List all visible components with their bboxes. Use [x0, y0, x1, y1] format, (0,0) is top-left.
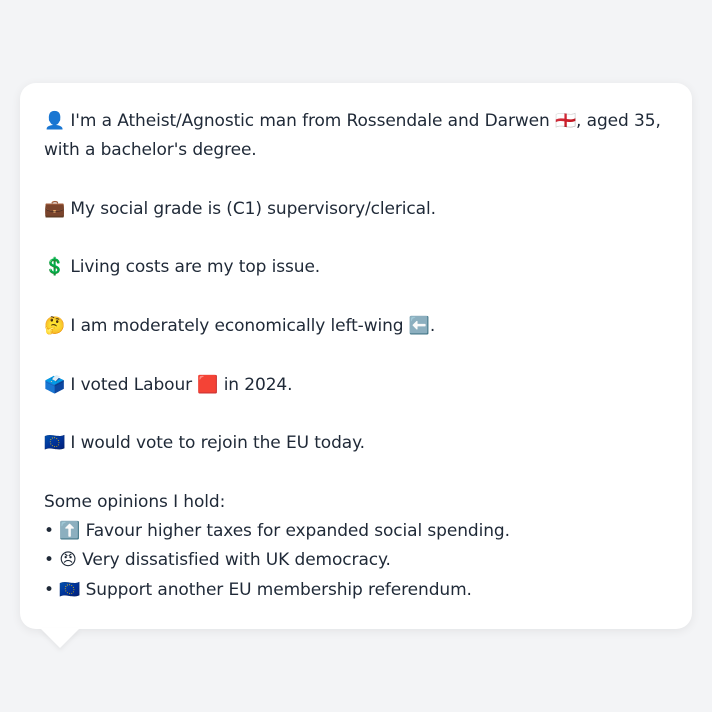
opinion-item: • 😠 Very dissatisfied with UK democracy.: [44, 550, 391, 571]
eu-stance-text: 🇪🇺 I would vote to rejoin the EU today.: [44, 433, 365, 454]
intro-text: 👤 I'm a Atheist/Agnostic man from Rossen…: [44, 111, 667, 161]
economic-position-text: 🤔 I am moderately economically left-wing…: [44, 316, 436, 337]
bubble-tail: [40, 628, 80, 648]
opinion-item: • ⬆️ Favour higher taxes for expanded so…: [44, 521, 510, 542]
persona-message-bubble: 👤 I'm a Atheist/Agnostic man from Rossen…: [20, 83, 692, 629]
opinions-heading: Some opinions I hold:: [44, 491, 226, 512]
top-issue-text: 💲 Living costs are my top issue.: [44, 257, 321, 278]
social-grade-text: 💼 My social grade is (C1) supervisory/cl…: [44, 198, 436, 219]
vote-history-text: 🗳️ I voted Labour 🟥 in 2024.: [44, 374, 293, 395]
opinion-item: • 🇪🇺 Support another EU membership refer…: [44, 579, 472, 600]
